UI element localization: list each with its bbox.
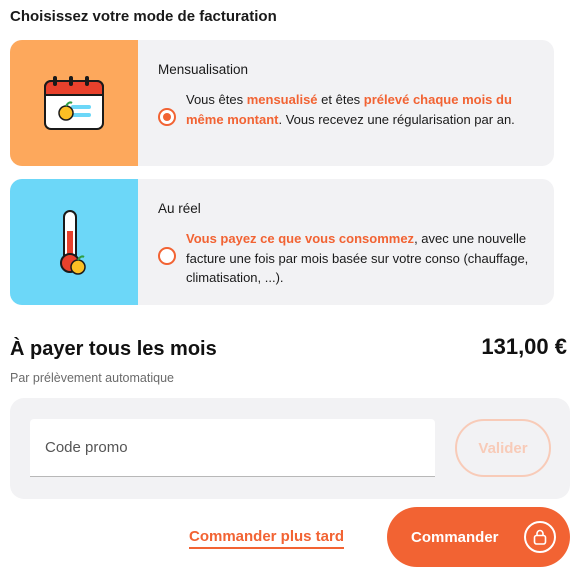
payment-method-note: Par prélèvement automatique — [10, 371, 174, 385]
thermometer-illustration — [10, 179, 138, 305]
order-button-label: Commander — [411, 528, 499, 546]
billing-option-real[interactable]: Au réel Vous payez ce que vous consommez… — [10, 179, 554, 305]
thermometer-icon — [60, 210, 86, 275]
billing-option-monthly[interactable]: Mensualisation Vous êtes mensualisé et ê… — [10, 40, 554, 166]
promo-code-input[interactable] — [30, 419, 435, 477]
lock-icon — [524, 521, 556, 553]
option-title-monthly: Mensualisation — [158, 62, 249, 77]
monthly-payment-title: À payer tous les mois — [10, 338, 217, 360]
option-title-real: Au réel — [158, 201, 201, 216]
validate-promo-button[interactable]: Valider — [455, 419, 551, 477]
monthly-payment-amount: 131,00 € — [481, 334, 567, 359]
calendar-icon — [44, 76, 104, 130]
order-button[interactable]: Commander — [387, 507, 570, 567]
option-desc-monthly: Vous êtes mensualisé et êtes prélevé cha… — [186, 92, 515, 127]
calendar-illustration — [10, 40, 138, 166]
billing-mode-title: Choisissez votre mode de facturation — [10, 8, 277, 25]
radio-real[interactable] — [158, 247, 176, 265]
order-later-link[interactable]: Commander plus tard — [189, 528, 345, 549]
option-desc-real: Vous payez ce que vous consommez, avec u… — [186, 231, 529, 285]
promo-code-panel: Valider — [10, 398, 570, 499]
radio-monthly[interactable] — [158, 108, 176, 126]
radio-selected-dot — [163, 113, 171, 121]
